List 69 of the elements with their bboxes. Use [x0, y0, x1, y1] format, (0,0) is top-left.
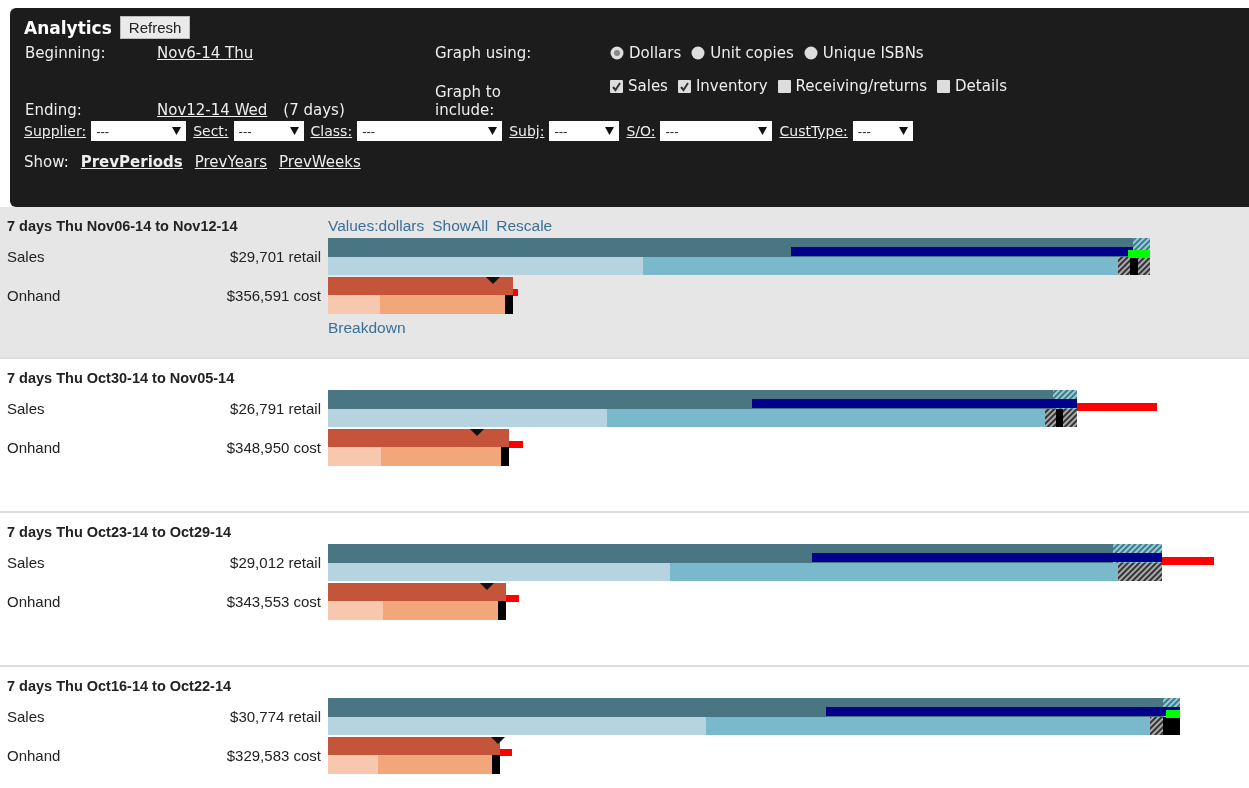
checkbox[interactable]: [937, 79, 951, 93]
date-link[interactable]: Nov6-14 Thu: [157, 44, 254, 62]
filter-dropdown[interactable]: ---: [91, 121, 187, 141]
caret-icon: [758, 127, 768, 135]
period-link[interactable]: PrevYears: [194, 153, 268, 171]
refresh-button[interactable]: Refresh: [119, 16, 191, 39]
row-name: Onhand: [7, 287, 62, 304]
caret-icon: [289, 127, 299, 135]
field-label: Beginning:: [25, 44, 107, 62]
filter-link[interactable]: Supplier:: [24, 123, 87, 139]
app-title: Analytics: [24, 17, 112, 38]
filter-link[interactable]: Subj:: [509, 123, 545, 139]
field-label: Graph using:: [435, 44, 533, 62]
caret-icon: [488, 127, 498, 135]
filter-dropdown[interactable]: ---: [233, 121, 304, 141]
duration-text: (7 days): [283, 101, 345, 119]
chart-link[interactable]: Rescale: [496, 217, 553, 235]
period-link[interactable]: PrevPeriods: [80, 153, 183, 171]
row-name: Onhand: [7, 747, 62, 764]
caret-icon: [898, 127, 908, 135]
period-title: 7 days Thu Oct30-14 to Nov05-14: [7, 370, 236, 386]
row-value: $329,583 cost: [225, 747, 321, 764]
row-value: $348,950 cost: [225, 439, 321, 456]
option-label: Sales: [628, 77, 668, 95]
period-title: 7 days Thu Nov06-14 to Nov12-14: [7, 218, 239, 234]
filter-dropdown[interactable]: ---: [357, 121, 503, 141]
radio-button[interactable]: [610, 46, 624, 60]
row-name: Sales: [7, 708, 46, 725]
option-label: Details: [955, 77, 1008, 95]
checkbox[interactable]: [777, 79, 791, 93]
filter-link[interactable]: Class:: [310, 123, 353, 139]
option-label: Unique ISBNs: [822, 44, 924, 62]
option-label: Dollars: [629, 44, 682, 62]
row-value: $343,553 cost: [225, 593, 321, 610]
option-label: Inventory: [695, 77, 768, 95]
radio-button[interactable]: [691, 46, 706, 60]
filter-dropdown[interactable]: ---: [549, 121, 620, 141]
period-link[interactable]: PrevWeeks: [279, 153, 361, 171]
row-name: Sales: [7, 554, 46, 571]
period-title: 7 days Thu Oct23-14 to Oct29-14: [7, 524, 233, 540]
filter-link[interactable]: Sect:: [193, 123, 229, 139]
row-value: $26,791 retail: [229, 400, 321, 417]
row-name: Sales: [7, 400, 46, 417]
option-label: Receiving/returns: [795, 77, 928, 95]
row-value: $29,012 retail: [229, 554, 321, 571]
checkbox[interactable]: [677, 79, 691, 93]
breakdown-link[interactable]: Breakdown: [328, 319, 406, 337]
field-label: Ending:: [25, 101, 83, 119]
row-name: Onhand: [7, 439, 62, 456]
filter-link[interactable]: S/O:: [626, 123, 656, 139]
row-name: Onhand: [7, 593, 62, 610]
show-label: Show:: [24, 153, 69, 171]
chart-link[interactable]: ShowAll: [432, 217, 489, 235]
row-name: Sales: [7, 248, 46, 265]
checkbox[interactable]: [610, 79, 623, 93]
period-title: 7 days Thu Oct16-14 to Oct22-14: [7, 678, 233, 694]
filter-dropdown[interactable]: ---: [660, 121, 773, 141]
row-value: $30,774 retail: [229, 708, 321, 725]
row-value: $29,701 retail: [229, 248, 321, 265]
date-link[interactable]: Nov12-14 Wed: [157, 101, 268, 119]
caret-icon: [172, 127, 182, 135]
radio-button[interactable]: [803, 46, 818, 60]
row-value: $356,591 cost: [225, 287, 321, 304]
filter-link[interactable]: CustType:: [779, 123, 848, 139]
caret-icon: [605, 127, 615, 135]
chart-link[interactable]: Values:dollars: [328, 217, 425, 235]
field-label: Graph to include:: [435, 83, 502, 119]
option-label: Unit copies: [710, 44, 794, 62]
filter-dropdown[interactable]: ---: [852, 121, 913, 141]
